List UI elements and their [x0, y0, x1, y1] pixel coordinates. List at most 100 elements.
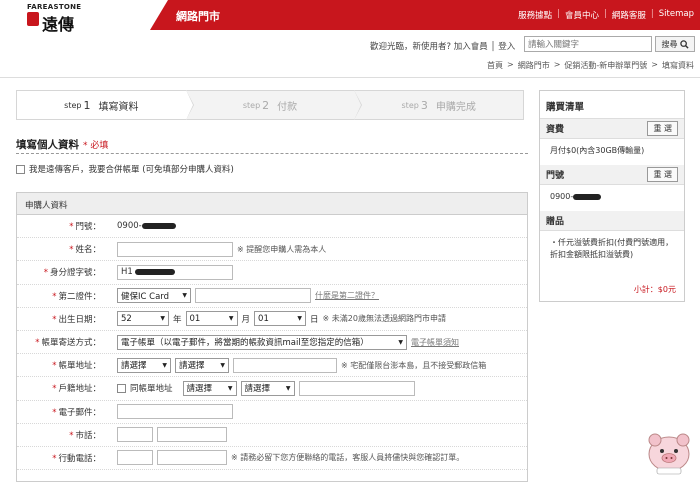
reselect-fee-button[interactable]: 重 選 [647, 121, 678, 136]
search-icon [679, 39, 689, 49]
birth-month-select[interactable]: 01 ▼ [185, 311, 238, 327]
chevron-down-icon: ▼ [162, 361, 167, 369]
household-city-select[interactable]: 請選擇 ▼ [182, 380, 237, 396]
step-2: step 2 付款 [186, 90, 363, 120]
bill-city-select[interactable]: 請選擇 ▼ [117, 357, 171, 373]
step-3-label: 申購完成 [435, 101, 476, 113]
existing-customer-checkbox[interactable] [16, 164, 25, 174]
logo-mark-icon [27, 12, 39, 26]
row-bill-address: * 帳單地址： 請選擇 ▼ 請選擇 ▼ ※ 宅配僅限台澎本島，且不接受郵政信箱 [17, 354, 527, 378]
cart-gift-header: 贈品 [540, 211, 684, 231]
name-input[interactable] [117, 241, 233, 257]
phone-number: 0900- [117, 221, 142, 232]
row-name: * 姓名： ※ 提醒您申購人需為本人 [17, 238, 527, 262]
masked-digits [141, 223, 176, 230]
row-email: * 電子郵件： [17, 400, 527, 424]
step-3: step 3 申購完成 [401, 98, 476, 113]
sub-header: 歡迎光臨，新使用者? 加入會員 │ 登入 搜尋 首頁> 網路門市> 促銷活動-新… [0, 30, 700, 78]
tel-area-input[interactable] [117, 427, 153, 443]
chevron-down-icon: ▼ [220, 361, 225, 369]
breadcrumb: 首頁 > 網路門市 > 促銷活動-新申辦單門號 > 填寫資料 [487, 60, 694, 71]
second-id-help-link[interactable]: 什麼是第二證件？ [315, 290, 379, 301]
birth-day-select[interactable]: 01 ▼ [254, 311, 307, 327]
breadcrumb-home[interactable]: 首頁 [487, 60, 503, 71]
divider [16, 153, 528, 154]
logo-slant-decoration [150, 0, 168, 30]
progress-steps: step 1 填寫資料 step 2 付款 step 3 申購完成 [16, 90, 524, 120]
name-note: ※ 提醒您申購人需為本人 [237, 244, 327, 254]
cart-fee-value: 月付$0(內含30GB傳輸量) [550, 146, 645, 155]
search-button[interactable]: 搜尋 [655, 36, 695, 52]
chevron-down-icon: ▼ [398, 338, 403, 346]
shopping-cart: 購買清單 資費 重 選 月付$0(內含30GB傳輸量) 門號 重 選 0900-… [539, 90, 685, 302]
chevron-down-icon: ▼ [285, 384, 291, 392]
mobile-prefix-input[interactable] [117, 450, 153, 466]
form-header: 申購人資料 [17, 193, 527, 215]
reselect-number-button[interactable]: 重 選 [647, 167, 678, 182]
applicant-form: 申購人資料 * 門號： 0900- * 姓名： ※ 提醒您申購人需為本人 * 身分證字… [16, 192, 528, 482]
chevron-down-icon: ▼ [297, 315, 303, 323]
cart-title: 購買清單 [540, 91, 684, 119]
search-button-label: 搜尋 [661, 39, 678, 49]
link-member-center[interactable]: 會員中心 [565, 9, 599, 21]
row-phone: * 門號： 0900- [17, 215, 527, 239]
masked-number [573, 193, 602, 200]
e-bill-notice-link[interactable]: 電子帳單須知 [411, 337, 459, 348]
birth-year-select[interactable]: 52 ▼ [117, 311, 169, 327]
link-service-locations[interactable]: 服務據點 [518, 9, 552, 21]
welcome-text[interactable]: 歡迎光臨，新使用者? 加入會員 │ 登入 [370, 40, 515, 52]
bill-district-select[interactable]: 請選擇 ▼ [175, 357, 229, 373]
id-number-input[interactable]: H1 [117, 264, 233, 280]
search-input[interactable] [524, 36, 652, 52]
top-navigation-bar: FAREASTONE 遠傳 網路門市 服務據點 | 會員中心 | 網路客服 | … [0, 0, 700, 34]
tel-number-input[interactable] [157, 427, 227, 443]
row-birth: * 出生日期： 52 ▼ 年 01 ▼ 月 01 ▼ 日 ※ 未滿20歲無法透過網路門市… [17, 307, 527, 331]
logo[interactable]: FAREASTONE 遠傳 [0, 0, 150, 34]
cart-number-value: 0900- [540, 185, 684, 211]
bill-method-select[interactable]: 電子帳單（以電子郵件，將當期的帳款資訊mail至您指定的信箱） ▼ [117, 334, 407, 350]
existing-customer-label: 我是遠傳客戶，我要合併帳單 (可免填部分申購人資料) [29, 165, 234, 175]
cart-fee-header: 資費 重 選 [540, 119, 684, 139]
mobile-note: ※ 請務必留下您方便聯絡的電話，客服人員將儘快與您確認訂單。 [231, 453, 465, 463]
step-1-label: 填寫資料 [98, 101, 139, 113]
row-mobile: * 行動電話： ※ 請務必留下您方便聯絡的電話，客服人員將儘快與您確認訂單。 [17, 446, 527, 471]
link-sitemap[interactable]: Sitemap [659, 9, 694, 21]
row-id: * 身分證字號： H1 [17, 261, 527, 285]
bill-address-input[interactable] [233, 357, 337, 373]
link-online-support[interactable]: 網路客服 [612, 9, 646, 21]
bill-address-note: ※ 宅配僅限台澎本島，且不接受郵政信箱 [341, 360, 487, 370]
cart-number-header: 門號 重 選 [540, 165, 684, 185]
mobile-number-input[interactable] [157, 450, 227, 466]
logo-english: FAREASTONE [27, 3, 82, 11]
mascot-sticker-icon [648, 433, 690, 475]
cart-subtotal: 小計：$0元 [633, 285, 676, 294]
second-id-select[interactable]: 健保IC Card ▼ [117, 288, 191, 304]
step-1: step 1 填寫資料 [17, 90, 194, 120]
email-input[interactable] [117, 404, 233, 420]
breadcrumb-current: 填寫資料 [662, 61, 694, 70]
chevron-down-icon: ▼ [160, 315, 165, 323]
household-address-input[interactable] [298, 380, 415, 396]
birth-note: ※ 未滿20歲無法透過網路門市申請 [322, 314, 446, 324]
row-second-id: * 第二證件： 健保IC Card ▼ 什麼是第二證件？ [17, 284, 527, 308]
second-id-input[interactable] [195, 288, 311, 304]
required-mark: * 必填 [83, 141, 109, 151]
existing-customer-option[interactable]: 我是遠傳客戶，我要合併帳單 (可免填部分申購人資料) [16, 163, 234, 175]
row-household-address: * 戶籍地址： 同帳單地址 請選擇 ▼ 請選擇 ▼ [17, 377, 527, 401]
same-as-bill-checkbox[interactable] [117, 383, 126, 393]
household-district-select[interactable]: 請選擇 ▼ [240, 380, 295, 396]
chevron-down-icon: ▼ [227, 384, 233, 392]
masked-id [134, 269, 175, 276]
section-title: 填寫個人資料 * 必填 [16, 139, 109, 151]
same-as-bill-label: 同帳單地址 [130, 384, 173, 395]
chevron-down-icon: ▼ [228, 315, 234, 323]
top-links: 服務據點 | 會員中心 | 網路客服 | Sitemap [518, 9, 694, 21]
row-bill-method: * 帳單寄送方式： 電子帳單（以電子郵件，將當期的帳款資訊mail至您指定的信箱）… [17, 330, 527, 355]
row-telephone: * 市話： [17, 423, 527, 447]
site-title[interactable]: 網路門市 [176, 8, 220, 24]
breadcrumb-promo[interactable]: 促銷活動-新申辦單門號 [564, 60, 647, 71]
cart-gift-value: ・仟元溢號費折扣(付費門號適用，折扣金額限抵扣溢號費) [550, 238, 674, 259]
breadcrumb-store[interactable]: 網路門市 [518, 60, 550, 71]
chevron-down-icon: ▼ [182, 292, 187, 300]
step-2-label: 付款 [277, 101, 298, 113]
